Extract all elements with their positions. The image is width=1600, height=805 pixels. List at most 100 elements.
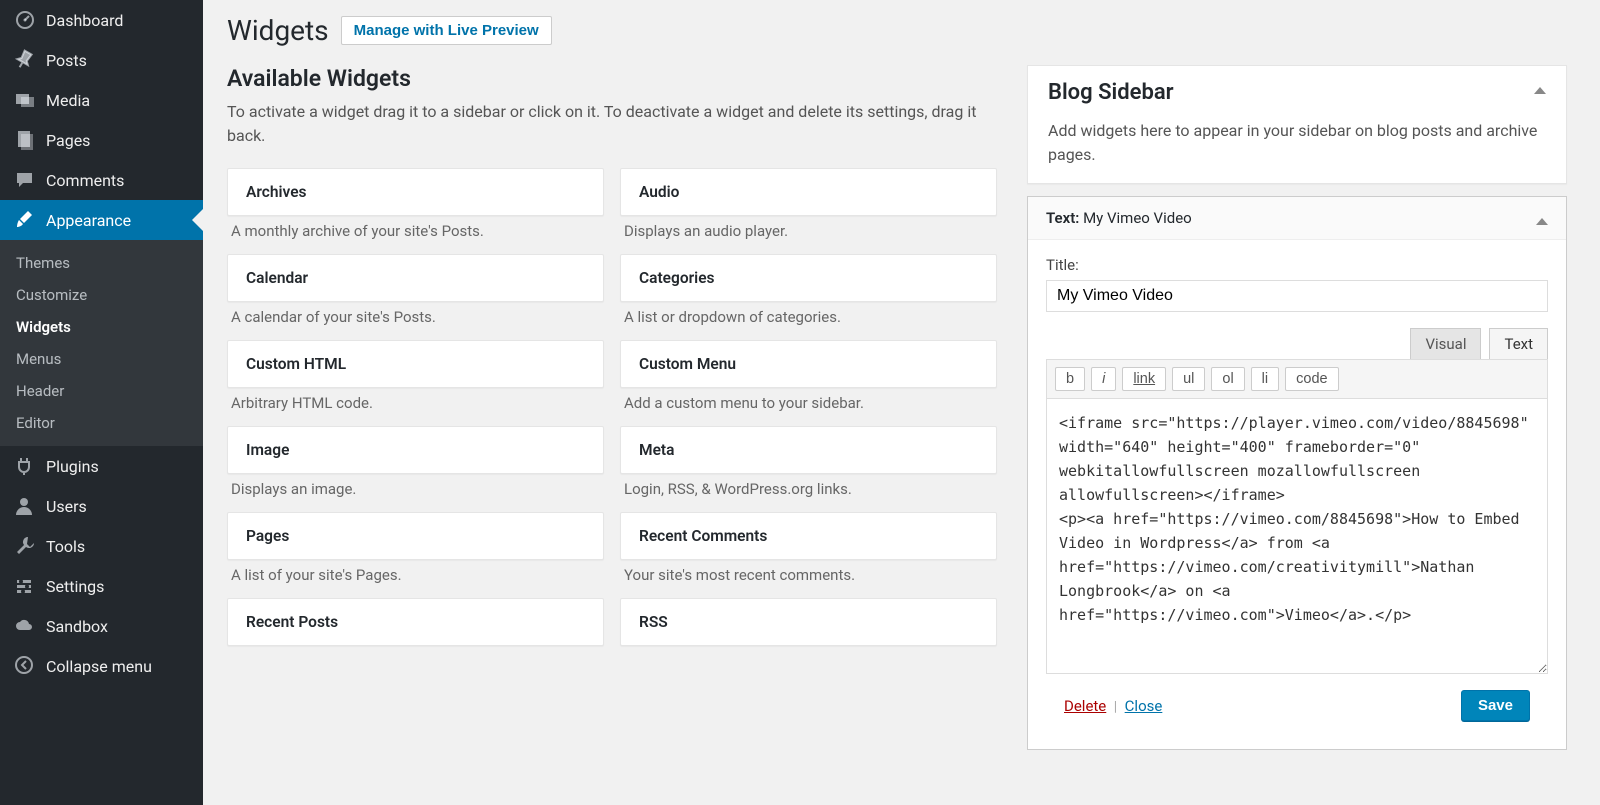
nav-item-users[interactable]: Users — [0, 486, 203, 526]
visual-tab[interactable]: Visual — [1410, 328, 1481, 359]
widget-description: Your site's most recent comments. — [620, 560, 997, 586]
code-button[interactable]: code — [1285, 367, 1338, 391]
widget-categories[interactable]: Categories — [620, 254, 997, 302]
nav-item-settings[interactable]: Settings — [0, 566, 203, 606]
nav-label: Settings — [46, 577, 104, 596]
widget-description: Login, RSS, & WordPress.org links. — [620, 474, 997, 500]
submenu-editor[interactable]: Editor — [0, 407, 203, 439]
nav-label: Sandbox — [46, 617, 108, 636]
widget-calendar[interactable]: Calendar — [227, 254, 604, 302]
nav-label: Plugins — [46, 457, 99, 476]
bold-button[interactable]: b — [1055, 367, 1085, 391]
plugin-icon — [14, 455, 36, 477]
link-button[interactable]: link — [1122, 367, 1166, 391]
widget-description: A calendar of your site's Posts. — [227, 302, 604, 328]
italic-button[interactable]: i — [1091, 367, 1116, 391]
brush-icon — [14, 209, 36, 231]
text-widget-instance: Text: My Vimeo Video Title: Visual Text — [1027, 196, 1567, 750]
widget-type-label: Text: — [1046, 209, 1079, 227]
sidebar-area-column: Blog Sidebar Add widgets here to appear … — [1027, 65, 1567, 750]
sidebar-area-description: Add widgets here to appear in your sideb… — [1028, 119, 1566, 183]
nav-item-sandbox[interactable]: Sandbox — [0, 606, 203, 646]
li-button[interactable]: li — [1251, 367, 1279, 391]
collapse-toggle-icon[interactable] — [1534, 87, 1546, 94]
widget-recent-posts[interactable]: Recent Posts — [227, 598, 604, 646]
widget-description: Add a custom menu to your sidebar. — [620, 388, 997, 414]
media-icon — [14, 89, 36, 111]
admin-sidebar: Dashboard Posts Media Pages Comments Appearan… — [0, 0, 203, 805]
nav-label: Appearance — [46, 211, 131, 230]
pages-icon — [14, 129, 36, 151]
nav-item-dashboard[interactable]: Dashboard — [0, 0, 203, 40]
available-widgets-description: To activate a widget drag it to a sideba… — [227, 100, 997, 148]
collapse-menu[interactable]: Collapse menu — [0, 646, 203, 686]
cloud-icon — [14, 615, 36, 637]
widget-description: Displays an image. — [227, 474, 604, 500]
nav-item-appearance[interactable]: Appearance — [0, 200, 203, 240]
ul-button[interactable]: ul — [1172, 367, 1205, 391]
nav-label: Users — [46, 497, 87, 516]
widget-rss[interactable]: RSS — [620, 598, 997, 646]
delete-link[interactable]: Delete — [1064, 697, 1106, 715]
title-input[interactable] — [1046, 280, 1548, 312]
collapse-icon — [14, 655, 36, 677]
widget-archives[interactable]: Archives — [227, 168, 604, 216]
nav-label: Tools — [46, 537, 85, 556]
appearance-submenu: ThemesCustomizeWidgetsMenusHeaderEditor — [0, 240, 203, 446]
widget-audio[interactable]: Audio — [620, 168, 997, 216]
pin-icon — [14, 49, 36, 71]
tools-icon — [14, 535, 36, 557]
blog-sidebar-panel: Blog Sidebar Add widgets here to appear … — [1027, 65, 1567, 184]
widget-description: Arbitrary HTML code. — [227, 388, 604, 414]
available-widgets-heading: Available Widgets — [227, 65, 997, 92]
content-textarea[interactable] — [1046, 399, 1548, 674]
widget-description: A list of your site's Pages. — [227, 560, 604, 586]
widget-image[interactable]: Image — [227, 426, 604, 474]
submenu-customize[interactable]: Customize — [0, 279, 203, 311]
dashboard-icon — [14, 9, 36, 31]
text-tab[interactable]: Text — [1489, 328, 1548, 359]
comments-icon — [14, 169, 36, 191]
save-button[interactable]: Save — [1461, 690, 1530, 721]
widget-description: A monthly archive of your site's Posts. — [227, 216, 604, 242]
widget-custom-menu[interactable]: Custom Menu — [620, 340, 997, 388]
submenu-menus[interactable]: Menus — [0, 343, 203, 375]
widget-custom-html[interactable]: Custom HTML — [227, 340, 604, 388]
main-content: Widgets Manage with Live Preview Availab… — [203, 0, 1600, 805]
collapse-toggle-icon[interactable] — [1536, 218, 1548, 225]
nav-item-posts[interactable]: Posts — [0, 40, 203, 80]
widget-meta[interactable]: Meta — [620, 426, 997, 474]
widget-instance-header[interactable]: Text: My Vimeo Video — [1028, 197, 1566, 240]
nav-item-media[interactable]: Media — [0, 80, 203, 120]
nav-item-tools[interactable]: Tools — [0, 526, 203, 566]
nav-label: Media — [46, 91, 90, 110]
nav-label: Posts — [46, 51, 87, 70]
nav-label: Collapse menu — [46, 657, 152, 676]
widget-title-in-header: My Vimeo Video — [1083, 209, 1192, 227]
settings-icon — [14, 575, 36, 597]
separator: | — [1114, 699, 1117, 715]
close-link[interactable]: Close — [1125, 697, 1163, 715]
nav-item-plugins[interactable]: Plugins — [0, 446, 203, 486]
nav-item-comments[interactable]: Comments — [0, 160, 203, 200]
submenu-widgets[interactable]: Widgets — [0, 311, 203, 343]
sidebar-area-title: Blog Sidebar — [1048, 80, 1174, 105]
page-title: Widgets — [227, 14, 329, 47]
ol-button[interactable]: ol — [1211, 367, 1244, 391]
widget-recent-comments[interactable]: Recent Comments — [620, 512, 997, 560]
editor-toolbar: b i link ul ol li code — [1046, 359, 1548, 399]
user-icon — [14, 495, 36, 517]
page-header: Widgets Manage with Live Preview — [227, 14, 1576, 47]
nav-label: Comments — [46, 171, 124, 190]
nav-label: Dashboard — [46, 11, 123, 30]
nav-label: Pages — [46, 131, 90, 150]
nav-item-pages[interactable]: Pages — [0, 120, 203, 160]
submenu-header[interactable]: Header — [0, 375, 203, 407]
widget-pages[interactable]: Pages — [227, 512, 604, 560]
available-widgets-column: Available Widgets To activate a widget d… — [227, 65, 997, 750]
widget-description: A list or dropdown of categories. — [620, 302, 997, 328]
title-field-label: Title: — [1046, 256, 1548, 274]
live-preview-button[interactable]: Manage with Live Preview — [341, 16, 552, 45]
submenu-themes[interactable]: Themes — [0, 247, 203, 279]
widget-description: Displays an audio player. — [620, 216, 997, 242]
